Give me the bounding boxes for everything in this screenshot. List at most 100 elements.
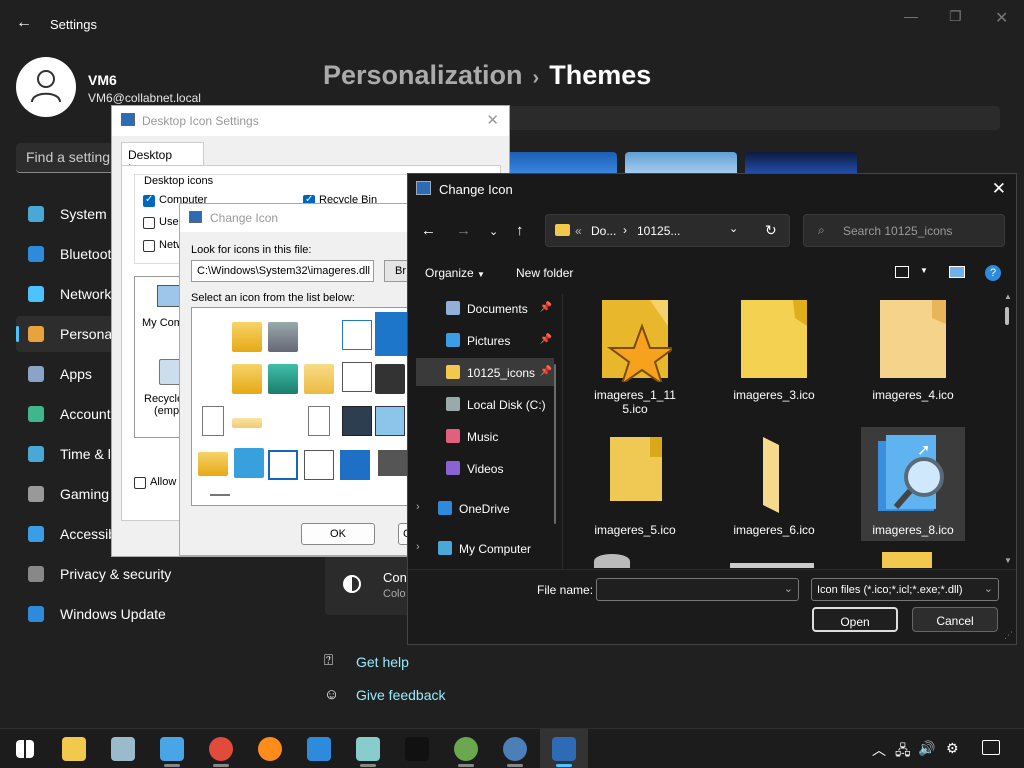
- envelope-icon[interactable]: [304, 450, 334, 480]
- theme-thumb[interactable]: [505, 152, 617, 174]
- tree-item[interactable]: Music: [416, 422, 554, 450]
- address-bar[interactable]: « Do... › 10125... ⌄ ↻: [545, 214, 790, 247]
- photo-icon[interactable]: [454, 737, 478, 761]
- notepad-plus-icon[interactable]: [356, 737, 380, 761]
- file-item[interactable]: imageres_3.ico: [722, 292, 826, 406]
- close-icon[interactable]: ✕: [995, 8, 1008, 28]
- icon-list[interactable]: [191, 307, 421, 506]
- tree-item[interactable]: 10125_icons 📌: [416, 358, 554, 386]
- help-icon[interactable]: ?: [985, 265, 1001, 281]
- music-file-icon[interactable]: [342, 362, 372, 392]
- volume-icon[interactable]: 🔊: [918, 740, 935, 757]
- close-icon[interactable]: ✕: [992, 179, 1006, 199]
- view-options-icon[interactable]: [895, 266, 909, 278]
- scroll-up-icon[interactable]: ▲: [1004, 292, 1012, 301]
- refresh-icon[interactable]: ↻: [765, 222, 777, 239]
- chevron-right-icon[interactable]: ›: [416, 541, 420, 553]
- sidebar-item[interactable]: Windows Update: [16, 596, 296, 632]
- remote-desktop-icon[interactable]: [160, 737, 184, 761]
- sidebar-item[interactable]: Privacy & security: [16, 556, 296, 592]
- close-icon[interactable]: ✕: [486, 111, 499, 129]
- file-item[interactable]: imageres_1_115.ico: [583, 292, 687, 416]
- file-item[interactable]: imageres_8.ico: [861, 427, 965, 541]
- start-icon[interactable]: [16, 740, 34, 758]
- computer-checkbox[interactable]: [143, 194, 155, 207]
- text-document-icon[interactable]: [308, 406, 330, 436]
- chevron-down-icon[interactable]: ⌄: [784, 582, 793, 595]
- overflow-icon[interactable]: «: [575, 224, 582, 238]
- file-item[interactable]: imageres_4.ico: [861, 292, 965, 406]
- minimize-icon[interactable]: —: [904, 8, 918, 24]
- back-arrow-icon[interactable]: ←: [16, 14, 32, 32]
- folder-icon[interactable]: [232, 364, 262, 394]
- chevron-up-icon[interactable]: ︿: [872, 740, 886, 760]
- folder-icon[interactable]: [232, 322, 262, 352]
- 7zip-icon[interactable]: [405, 737, 429, 761]
- nav-scrollbar[interactable]: [554, 364, 556, 524]
- folder-green-icon[interactable]: [268, 364, 298, 394]
- file-item[interactable]: imageres_6.ico: [722, 427, 826, 541]
- folder-flat-icon[interactable]: [232, 418, 262, 428]
- forward-icon[interactable]: →: [456, 222, 471, 239]
- recent-locations-chevron-icon[interactable]: ⌄: [489, 225, 498, 238]
- theme-thumb[interactable]: [745, 152, 857, 174]
- chevron-right-icon[interactable]: ›: [416, 501, 420, 513]
- user-files-checkbox[interactable]: [143, 217, 155, 229]
- video-icon[interactable]: [342, 406, 372, 436]
- file-explorer-icon[interactable]: [62, 737, 86, 761]
- tree-item[interactable]: Documents 📌: [416, 294, 554, 322]
- get-help-link[interactable]: Get help: [356, 654, 409, 670]
- search-input[interactable]: ⌕ Search 10125_icons: [803, 214, 1005, 247]
- firefox-icon[interactable]: [258, 737, 282, 761]
- window-icon[interactable]: [268, 450, 298, 480]
- contrast-themes-card[interactable]: Con Colo: [325, 555, 415, 615]
- desktop-icon-settings-icon[interactable]: [552, 737, 576, 761]
- tree-item[interactable]: Videos: [416, 454, 554, 482]
- maximize-icon[interactable]: ❐: [949, 8, 962, 25]
- notification-icon[interactable]: [982, 740, 1000, 755]
- give-feedback-link[interactable]: Give feedback: [356, 687, 446, 703]
- open-button[interactable]: Open: [812, 607, 898, 632]
- file-item[interactable]: imageres_5.ico: [583, 427, 687, 541]
- folder-icon[interactable]: [198, 452, 228, 476]
- drive-icon[interactable]: [378, 450, 408, 476]
- search-folder-icon[interactable]: [234, 448, 264, 478]
- icon-file-path-input[interactable]: C:\Windows\System32\imageres.dll: [191, 260, 374, 282]
- tree-item[interactable]: › OneDrive: [408, 494, 546, 522]
- pane-divider[interactable]: [562, 294, 563, 584]
- up-icon[interactable]: ↑: [516, 222, 524, 239]
- chevron-down-icon[interactable]: ⌄: [729, 222, 738, 235]
- scrollbar-thumb[interactable]: [210, 494, 230, 496]
- document-icon[interactable]: [202, 406, 224, 436]
- tree-item[interactable]: Local Disk (C:): [416, 390, 554, 418]
- caret-down-icon[interactable]: ▼: [920, 266, 928, 275]
- breadcrumb-parent[interactable]: Personalization: [323, 60, 523, 90]
- file-type-select[interactable]: Icon files (*.ico;*.icl;*.exe;*.dll) ⌄: [811, 578, 999, 601]
- tree-item[interactable]: › My Computer: [408, 534, 546, 562]
- folder-icon[interactable]: [304, 364, 334, 394]
- preview-pane-icon[interactable]: [949, 266, 965, 278]
- back-icon[interactable]: ←: [421, 222, 436, 239]
- chrome-icon[interactable]: [209, 737, 233, 761]
- network-checkbox[interactable]: [143, 240, 155, 252]
- control-panel-icon[interactable]: [375, 406, 405, 436]
- cancel-button[interactable]: Cancel: [912, 607, 998, 632]
- tab-desktop-icons[interactable]: Desktop Icons: [121, 142, 204, 176]
- allow-themes-checkbox[interactable]: [134, 477, 146, 489]
- address-segment[interactable]: Do...: [591, 224, 616, 238]
- gear-icon[interactable]: ⚙: [946, 740, 959, 757]
- scroll-down-icon[interactable]: ▼: [1004, 556, 1012, 565]
- ok-button[interactable]: OK: [301, 523, 375, 545]
- file-name-input[interactable]: ⌄: [596, 578, 799, 601]
- tree-item[interactable]: Pictures 📌: [416, 326, 554, 354]
- notepad-icon[interactable]: [307, 737, 331, 761]
- screen-check-icon[interactable]: [340, 450, 370, 480]
- new-folder-button[interactable]: New folder: [516, 266, 573, 280]
- resize-grip-icon[interactable]: ⋰: [1004, 630, 1013, 641]
- avatar[interactable]: [16, 57, 76, 117]
- scrollbar-thumb[interactable]: [1005, 307, 1009, 325]
- network-icon[interactable]: 🖧: [895, 740, 911, 764]
- address-segment[interactable]: 10125...: [637, 224, 680, 238]
- file-list-scrollbar[interactable]: ▲ ▼: [1003, 292, 1012, 567]
- resource-monitor-icon[interactable]: [111, 737, 135, 761]
